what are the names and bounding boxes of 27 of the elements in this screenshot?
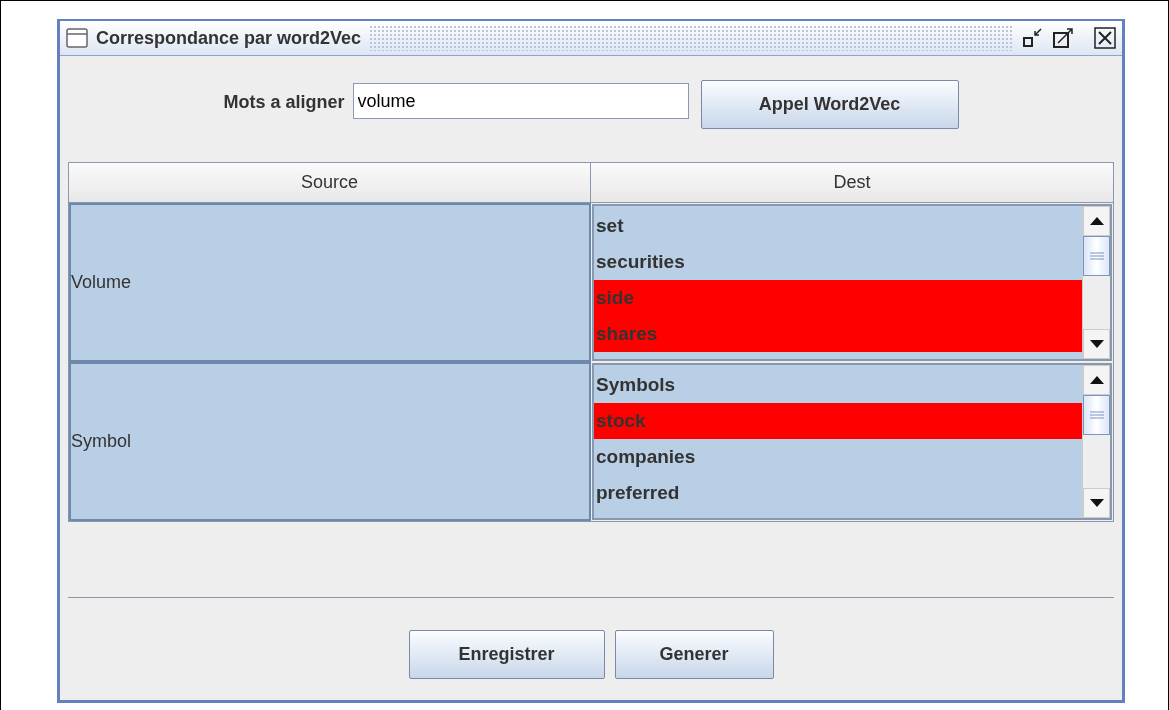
grip-icon bbox=[1089, 252, 1104, 260]
table-cell: Volume bbox=[69, 203, 591, 362]
down-arrow-icon[interactable] bbox=[1089, 340, 1104, 348]
close-icon[interactable] bbox=[1094, 27, 1116, 49]
up-arrow-icon[interactable] bbox=[1089, 376, 1104, 384]
window-icon bbox=[66, 28, 88, 48]
table-cell: Symbol bbox=[69, 362, 591, 521]
field-label: Mots a aligner bbox=[223, 91, 345, 114]
word2vec-button[interactable]: Appel Word2Vec bbox=[700, 80, 959, 129]
grip-icon bbox=[1089, 411, 1104, 419]
list-item[interactable]: securities bbox=[594, 244, 1082, 280]
scrollbar[interactable] bbox=[1082, 206, 1110, 359]
up-arrow-icon[interactable] bbox=[1089, 217, 1104, 225]
action-button[interactable]: Enregistrer bbox=[408, 630, 605, 679]
list-item[interactable]: companies bbox=[594, 439, 1082, 475]
scrollbar[interactable] bbox=[1082, 365, 1110, 518]
list-item[interactable]: set bbox=[594, 208, 1082, 244]
list-item[interactable]: Symbols bbox=[594, 367, 1082, 403]
search-field[interactable]: volume bbox=[352, 83, 689, 119]
minimize-icon[interactable] bbox=[1022, 27, 1044, 49]
action-button[interactable]: Generer bbox=[614, 630, 774, 679]
list-item[interactable]: preferred bbox=[594, 475, 1082, 511]
window-title: Correspondance par word2Vec bbox=[96, 26, 362, 50]
column-header[interactable]: Dest bbox=[591, 163, 1113, 202]
down-arrow-icon[interactable] bbox=[1089, 499, 1104, 507]
maximize-icon[interactable] bbox=[1052, 27, 1076, 49]
column-header[interactable]: Source bbox=[69, 163, 591, 202]
